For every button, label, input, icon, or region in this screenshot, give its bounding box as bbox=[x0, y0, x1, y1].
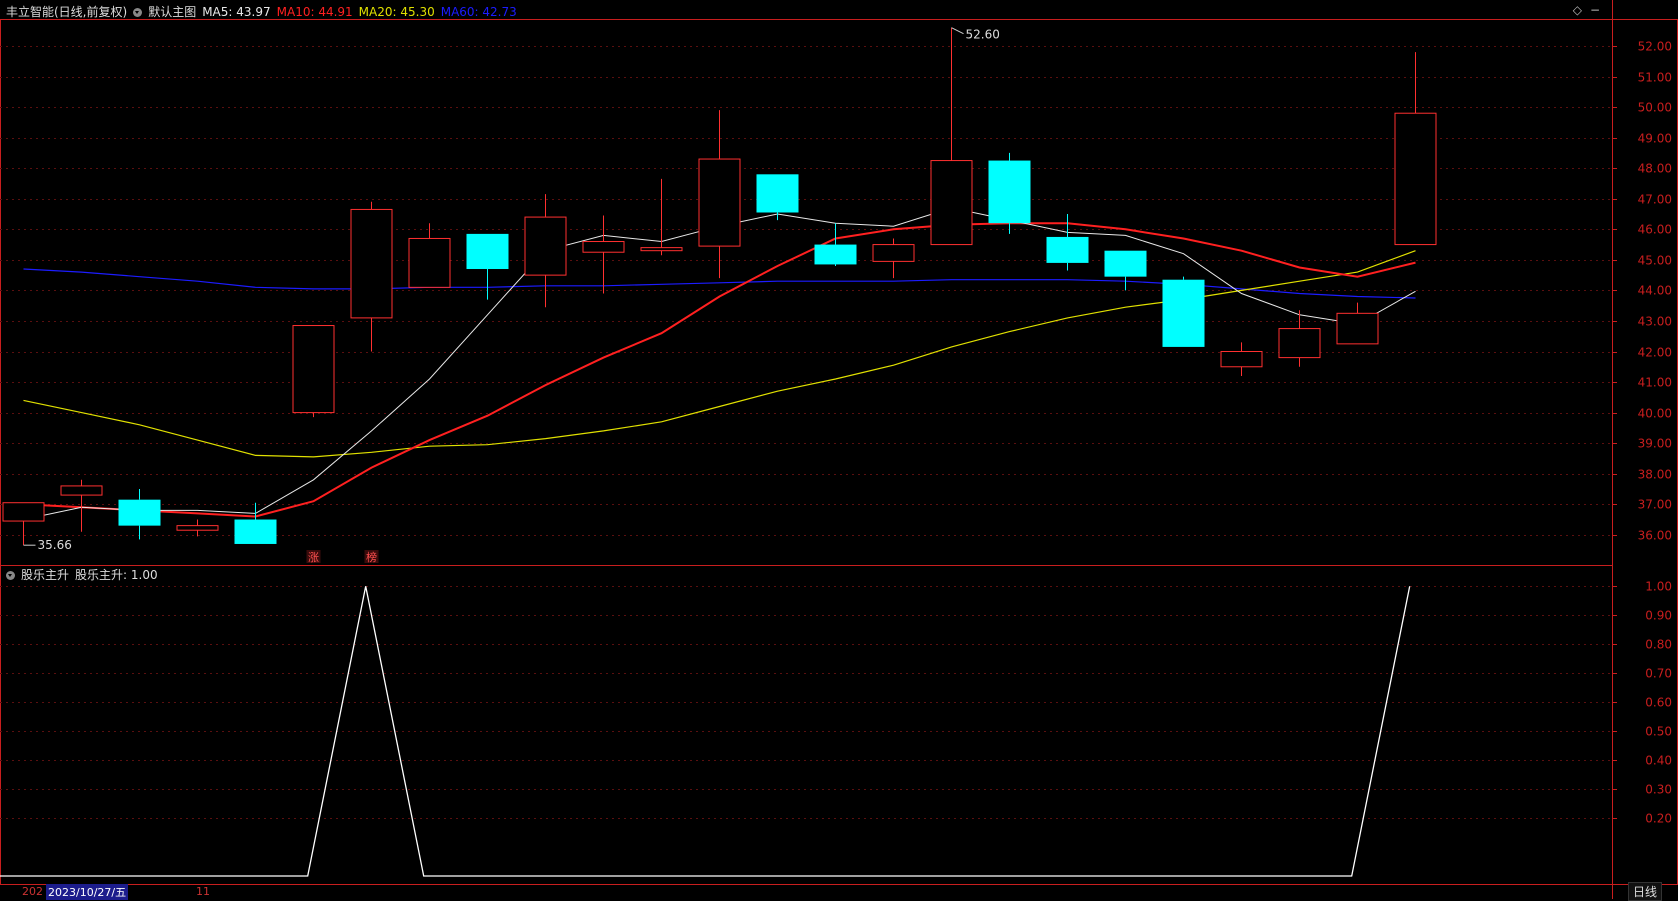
month-label: 11 bbox=[196, 885, 210, 898]
candle-body bbox=[350, 208, 393, 319]
candle bbox=[814, 223, 857, 266]
period-button[interactable]: 日线 bbox=[1628, 882, 1663, 901]
candle-body bbox=[234, 519, 277, 544]
candle-body bbox=[814, 244, 857, 265]
candle bbox=[466, 233, 509, 300]
candle-body bbox=[872, 244, 915, 262]
date-prefix: 202 bbox=[22, 885, 43, 898]
y-tick-label: 0.30 bbox=[1645, 783, 1672, 797]
candle bbox=[1220, 342, 1263, 376]
ma20-line bbox=[23, 250, 1416, 458]
candle bbox=[176, 519, 219, 537]
y-tick-label: 0.70 bbox=[1645, 667, 1672, 681]
candle-body bbox=[408, 237, 451, 288]
candle-body bbox=[698, 158, 741, 247]
candle bbox=[756, 174, 799, 221]
y-tick-label: 1.00 bbox=[1645, 580, 1672, 594]
candle bbox=[1394, 52, 1437, 246]
y-tick-label: 45.00 bbox=[1638, 254, 1672, 268]
y-tick-label: 41.00 bbox=[1638, 376, 1672, 390]
y-tick-label: 40.00 bbox=[1638, 407, 1672, 421]
candle-body bbox=[1278, 328, 1321, 359]
main-chart-header: 丰立智能(日线,前复权) 默认主图 MA5: 43.97 MA10: 44.91 MA2… bbox=[6, 3, 523, 20]
candle bbox=[350, 201, 393, 352]
candle-body bbox=[756, 174, 799, 213]
marker-label: 涨 bbox=[308, 551, 319, 564]
annotation-label: 52.60 bbox=[966, 28, 1000, 42]
ma5-label: MA5: 43.97 bbox=[202, 5, 271, 19]
y-tick-label: 44.00 bbox=[1638, 284, 1672, 298]
candle bbox=[1162, 276, 1205, 347]
y-tick-label: 36.00 bbox=[1638, 529, 1672, 543]
candle-body bbox=[1336, 312, 1379, 345]
y-tick-label: 42.00 bbox=[1638, 346, 1672, 360]
candle-body bbox=[524, 216, 567, 276]
minimize-icon[interactable]: − bbox=[1590, 3, 1600, 17]
candle bbox=[234, 502, 277, 544]
candle bbox=[640, 178, 683, 256]
y-tick-label: 50.00 bbox=[1638, 101, 1672, 115]
candle-body bbox=[176, 525, 219, 531]
y-tick-label: 39.00 bbox=[1638, 437, 1672, 451]
template-name[interactable]: 默认主图 bbox=[148, 5, 196, 19]
y-tick-label: 0.50 bbox=[1645, 725, 1672, 739]
candle bbox=[408, 223, 451, 288]
candle-body bbox=[1046, 236, 1089, 263]
date-axis-bar: 202 2023/10/27/五 11 bbox=[0, 884, 1612, 900]
diamond-icon[interactable]: ◇ bbox=[1573, 3, 1582, 17]
candle bbox=[118, 488, 161, 540]
y-tick-label: 0.20 bbox=[1645, 812, 1672, 826]
candle-body bbox=[582, 241, 625, 253]
y-tick-label: 0.80 bbox=[1645, 638, 1672, 652]
candle-body bbox=[466, 233, 509, 270]
y-tick-label: 37.00 bbox=[1638, 498, 1672, 512]
candle-body bbox=[118, 499, 161, 526]
marker-label: 榜 bbox=[366, 550, 377, 564]
y-tick-label: 38.00 bbox=[1638, 468, 1672, 482]
candle bbox=[1104, 250, 1147, 291]
indicator-dropdown-icon[interactable] bbox=[6, 571, 15, 580]
y-tick-label: 51.00 bbox=[1638, 71, 1672, 85]
candle-body bbox=[60, 485, 103, 496]
y-tick-label: 49.00 bbox=[1638, 132, 1672, 146]
candle-body bbox=[1394, 112, 1437, 246]
candle-body bbox=[988, 160, 1031, 224]
indicator-name[interactable]: 股乐主升 bbox=[21, 568, 69, 582]
candle bbox=[988, 152, 1031, 234]
annotation-label: 35.66 bbox=[38, 538, 72, 552]
ma10-label: MA10: 44.91 bbox=[276, 5, 353, 19]
stock-name[interactable]: 丰立智能(日线,前复权) bbox=[6, 5, 127, 19]
y-tick-label: 43.00 bbox=[1638, 315, 1672, 329]
candle-body bbox=[930, 160, 973, 246]
y-tick-label: 47.00 bbox=[1638, 193, 1672, 207]
y-tick-label: 48.00 bbox=[1638, 162, 1672, 176]
candle bbox=[582, 215, 625, 294]
y-tick-label: 52.00 bbox=[1638, 40, 1672, 54]
indicator-value: 股乐主升: 1.00 bbox=[75, 568, 158, 582]
candle bbox=[1336, 302, 1379, 345]
candle-body bbox=[2, 502, 45, 522]
current-date-label: 2023/10/27/五 bbox=[46, 884, 129, 900]
candle-body bbox=[1162, 279, 1205, 347]
candle bbox=[930, 27, 973, 246]
candle-body bbox=[292, 325, 335, 414]
y-tick-label: 0.90 bbox=[1645, 609, 1672, 623]
template-dropdown-icon[interactable] bbox=[133, 8, 143, 17]
ma60-label: MA60: 42.73 bbox=[440, 5, 517, 19]
candle bbox=[872, 238, 915, 279]
chart-canvas[interactable]: 52.00 51.00 50.00 49.00 48.00 47.00 46.00 45.00… bbox=[0, 0, 1678, 899]
indicator-header: 股乐主升 股乐主升: 1.00 bbox=[6, 566, 164, 583]
candle bbox=[1278, 310, 1321, 367]
window-icons: ◇ − bbox=[1565, 3, 1600, 17]
candle-body bbox=[1220, 351, 1263, 368]
ma20-label: MA20: 45.30 bbox=[358, 5, 435, 19]
candle-body bbox=[640, 247, 683, 252]
y-tick-label: 46.00 bbox=[1638, 223, 1672, 237]
candle bbox=[292, 325, 335, 418]
annotation-pointer bbox=[951, 27, 964, 35]
y-tick-label: 0.40 bbox=[1645, 754, 1672, 768]
y-tick-label: 0.60 bbox=[1645, 696, 1672, 710]
candle-body bbox=[1104, 250, 1147, 277]
candle bbox=[698, 110, 741, 279]
